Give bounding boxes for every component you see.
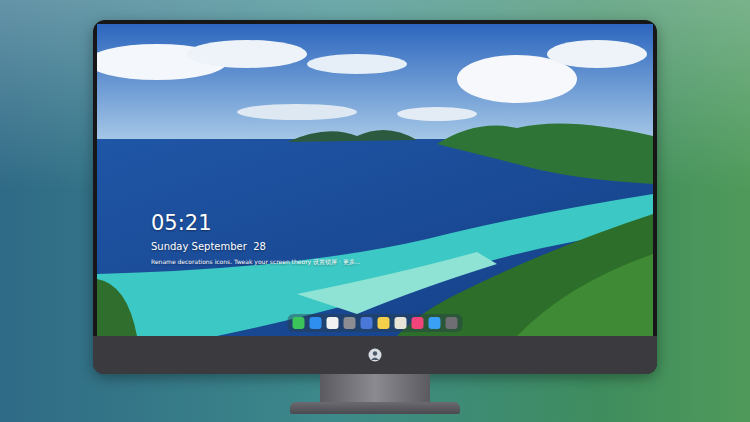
lock-hint: Rename decorations icons. Tweak your scr… (151, 257, 361, 266)
dock (288, 314, 463, 332)
monitor-base (290, 402, 460, 414)
brand-logo-icon (368, 348, 382, 362)
monitor-chin (93, 336, 657, 374)
lock-screen[interactable]: 05:21 Sunday September 28 Rename decoratio… (97, 24, 653, 336)
dock-app-icon[interactable] (378, 317, 390, 329)
dock-app-icon[interactable] (293, 317, 305, 329)
dock-app-icon[interactable] (429, 317, 441, 329)
monitor-stand (320, 374, 430, 402)
monitor: 05:21 Sunday September 28 Rename decoratio… (93, 20, 657, 374)
clock-time: 05:21 (151, 210, 361, 236)
dock-app-icon[interactable] (327, 317, 339, 329)
dock-app-icon[interactable] (310, 317, 322, 329)
clock-widget: 05:21 Sunday September 28 Rename decoratio… (151, 210, 361, 266)
dock-app-icon[interactable] (361, 317, 373, 329)
dock-app-icon[interactable] (446, 317, 458, 329)
dock-app-icon[interactable] (395, 317, 407, 329)
clock-date: Sunday September 28 (151, 240, 361, 254)
dock-app-icon[interactable] (344, 317, 356, 329)
dock-app-icon[interactable] (412, 317, 424, 329)
wallpaper-photo (97, 24, 653, 336)
mockup-page: 05:21 Sunday September 28 Rename decoratio… (0, 0, 750, 422)
